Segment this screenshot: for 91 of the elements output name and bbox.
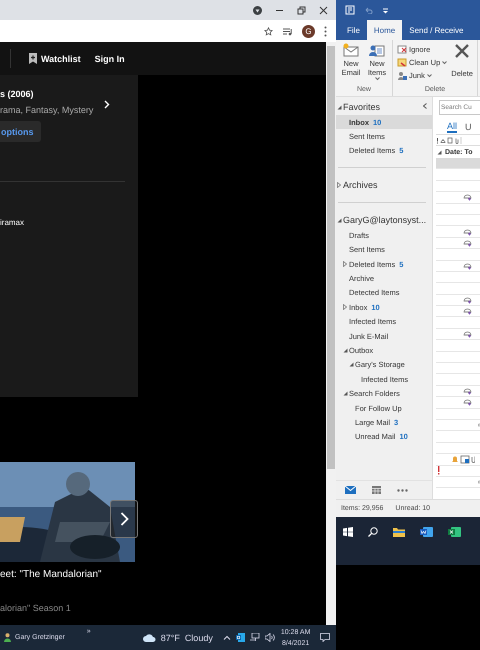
search-icon[interactable] [368, 527, 378, 537]
caret-down-icon [374, 77, 380, 81]
send-receive-icon[interactable] [345, 5, 355, 15]
meeting-icon [463, 193, 472, 202]
restore-icon[interactable] [297, 6, 306, 14]
message-row[interactable] [436, 192, 480, 204]
message-row[interactable] [436, 306, 480, 318]
spreadsheet-icon[interactable] [448, 527, 461, 537]
studio-name: iramax [0, 218, 26, 227]
envelope-icon [343, 43, 359, 57]
volume-icon[interactable] [264, 633, 275, 642]
bookmark-icon [29, 53, 37, 64]
word-icon[interactable] [420, 527, 433, 537]
meeting-icon [463, 296, 472, 304]
ribbon-tab[interactable]: Home [366, 20, 402, 40]
section-name: GaryG@laytonsyst... [343, 215, 426, 226]
meeting-icon [463, 387, 472, 395]
message-row[interactable] [436, 294, 480, 306]
weather-condition: Cloudy [184, 632, 213, 642]
meeting-icon [463, 330, 472, 338]
clean-up-icon [397, 58, 407, 67]
outlook-icon[interactable] [236, 633, 245, 642]
ignore-icon [397, 45, 407, 54]
folder-section[interactable]: GaryG@laytonsyst... [336, 212, 432, 228]
message-row[interactable] [436, 238, 480, 250]
scrollbar[interactable] [326, 42, 336, 625]
filter-tab[interactable]: U [465, 120, 472, 133]
bell-calendar-icon [451, 454, 475, 464]
folder-section[interactable]: Archives [336, 177, 432, 194]
message-row[interactable] [436, 328, 480, 340]
expanded-icon[interactable] [437, 150, 442, 154]
undo-icon[interactable] [364, 6, 373, 14]
weather-widget[interactable]: 87°F Cloudy [142, 632, 213, 642]
collapsed-icon[interactable] [337, 182, 341, 188]
message-row[interactable] [436, 454, 480, 466]
genre-list: rama, Fantasy, Mystery [0, 105, 138, 115]
movie-title: s (2006) [0, 89, 35, 99]
avatar[interactable]: G [302, 24, 315, 38]
mail-icon[interactable] [345, 486, 356, 494]
meeting-icon [463, 262, 472, 270]
watchlist-link[interactable]: Watchlist [29, 53, 81, 64]
video-subtitle: alorian" Season 1 [0, 603, 72, 613]
meeting-icon [463, 228, 472, 236]
meeting-icon [463, 398, 472, 406]
expanded-icon[interactable] [349, 362, 354, 368]
notification-icon[interactable] [320, 633, 330, 642]
message-row[interactable] [436, 466, 480, 477]
video-title: eet: "The Mandalorian" [0, 569, 103, 580]
meeting-icon [463, 307, 472, 316]
caret-down-icon [442, 60, 448, 64]
next-button[interactable] [110, 500, 138, 538]
caret-down-icon[interactable] [382, 6, 389, 14]
close-icon[interactable] [319, 6, 328, 14]
filter-tab[interactable]: All [447, 120, 458, 133]
message-row[interactable] [436, 260, 480, 272]
more-icon[interactable] [397, 488, 408, 492]
collapsed-icon[interactable] [343, 304, 347, 310]
message-row[interactable] [436, 386, 480, 398]
menu-icon[interactable] [324, 26, 327, 36]
calendar-icon[interactable] [372, 486, 381, 494]
section-name: Favorites [343, 102, 380, 112]
expanded-icon[interactable] [343, 348, 348, 353]
ribbon-tab[interactable]: Send / Receive [402, 20, 470, 40]
section-name: Archives [343, 180, 378, 190]
expanded-icon[interactable] [337, 104, 342, 110]
collapse-icon[interactable] [423, 103, 427, 109]
junk-icon [397, 71, 407, 80]
person-icon [4, 633, 11, 642]
folder-section[interactable]: Favorites [336, 99, 432, 115]
extension-icon[interactable] [253, 6, 262, 14]
delete-icon [454, 43, 470, 59]
temperature: 87°F [160, 632, 180, 642]
network-icon[interactable] [250, 633, 260, 642]
exclamation-icon [437, 466, 440, 476]
message-row[interactable] [436, 397, 480, 409]
sign-in-link[interactable]: Sign In [94, 54, 125, 64]
playlist-icon[interactable] [282, 26, 293, 36]
caret-up-icon[interactable] [222, 635, 231, 640]
collapsed-icon[interactable] [343, 261, 347, 268]
ribbon-tab[interactable]: File [340, 20, 367, 40]
cloud-icon [142, 634, 156, 642]
caret-down-icon [426, 74, 432, 78]
folder-icon[interactable] [393, 527, 405, 537]
options-button[interactable]: options [0, 121, 41, 142]
chevron-right-icon[interactable] [104, 100, 110, 109]
expanded-icon[interactable] [343, 391, 348, 396]
chevron-right-icon [120, 512, 128, 526]
new-items-icon [369, 43, 385, 57]
start-icon[interactable] [343, 527, 353, 537]
meeting-icon [463, 238, 472, 247]
star-icon[interactable] [264, 26, 273, 36]
